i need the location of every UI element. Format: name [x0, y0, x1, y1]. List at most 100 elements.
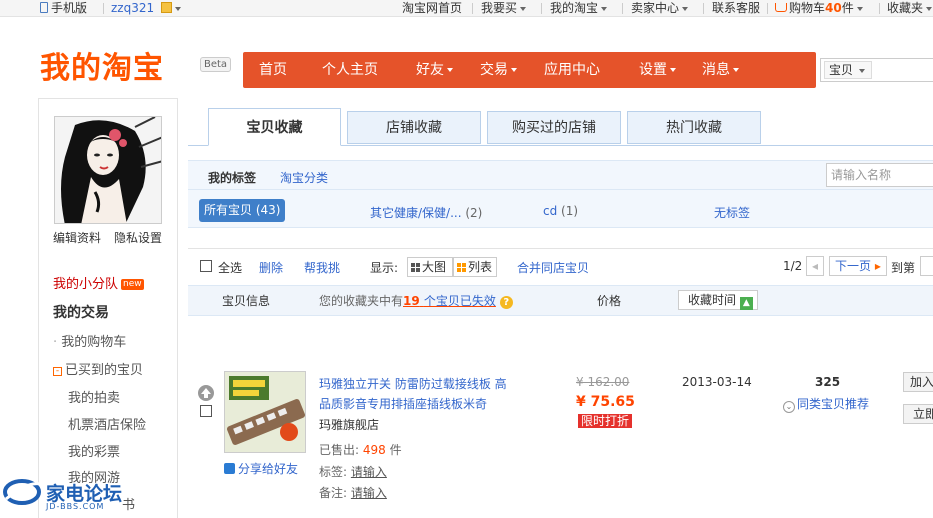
chevron-down-icon — [926, 6, 933, 11]
sidebar-item-cart[interactable]: · 我的购物车 — [53, 331, 126, 350]
next-page-button[interactable]: 下一页 ▸ — [829, 256, 887, 276]
chevron-left-icon: ◂ — [811, 259, 819, 273]
tab-bought-shops[interactable]: 购买过的店铺 — [487, 111, 621, 144]
prev-page-button[interactable]: ◂ — [806, 256, 824, 276]
item-thumbnail[interactable] — [224, 371, 306, 453]
sidebar-item-bought[interactable]: - 已买到的宝贝 — [53, 359, 143, 378]
merge-shop-button[interactable]: 合并同店宝贝 — [517, 259, 589, 276]
col-item-info: 宝贝信息 — [222, 294, 271, 308]
chevron-down-icon — [670, 68, 676, 72]
buy-now-button[interactable]: 立即 — [903, 404, 933, 424]
privacy-settings-link[interactable]: 隐私设置 — [114, 229, 162, 246]
nav-friends[interactable]: 好友 — [416, 52, 453, 88]
shop-link[interactable]: 玛雅旗舰店 — [319, 416, 379, 433]
taobao-home-link[interactable]: 淘宝网首页 — [402, 0, 462, 16]
nav-messages[interactable]: 消息 — [702, 52, 739, 88]
table-header — [188, 285, 933, 316]
header-search[interactable]: 宝贝 — [820, 58, 933, 82]
view-list-button[interactable]: 列表 — [453, 257, 497, 277]
list-icon — [457, 263, 466, 272]
main-nav: 首页 个人主页 好友 交易 应用中心 设置 消息 — [243, 52, 816, 88]
user-menu[interactable]: zzq321 — [111, 0, 181, 16]
category-untagged[interactable]: 无标签 — [714, 204, 750, 221]
sidebar-item-team[interactable]: 我的小分队 new — [53, 273, 144, 292]
discount-badge: 限时打折 — [578, 414, 633, 428]
help-pick-button[interactable]: 帮我挑 — [304, 259, 340, 276]
chevron-down-icon — [601, 6, 608, 11]
edit-icon — [160, 2, 172, 13]
edit-profile-link[interactable]: 编辑资料 — [53, 229, 101, 246]
add-to-cart-button[interactable]: 加入 — [903, 372, 933, 392]
nav-profile[interactable]: 个人主页 — [322, 52, 378, 88]
power-strip-image — [225, 372, 305, 452]
avatar-illustration — [55, 117, 161, 223]
fav-date: 2013-03-14 — [682, 375, 752, 389]
sidebar-heading-trade: 我的交易 — [53, 305, 109, 321]
customer-service-link[interactable]: 联系客服 — [712, 0, 760, 16]
category-cd[interactable]: cd (1) — [543, 204, 578, 218]
invalid-count-link[interactable]: 19 个宝贝已失效 — [403, 294, 496, 308]
tags-input-link[interactable]: 请输入 — [351, 465, 387, 479]
item-checkbox[interactable] — [200, 405, 212, 417]
delete-button[interactable]: 删除 — [259, 259, 283, 276]
item-title-line2[interactable]: 品质影音专用排插座插线板米奇 — [319, 395, 487, 412]
select-all-checkbox[interactable] — [200, 260, 212, 272]
buy-menu[interactable]: 我要买 — [481, 0, 527, 16]
note-row: 备注: 请输入 — [319, 486, 387, 500]
view-big-button[interactable]: 大图 — [407, 257, 453, 277]
chevron-down-icon — [174, 6, 181, 11]
nav-apps[interactable]: 应用中心 — [544, 52, 600, 88]
my-taobao-menu[interactable]: 我的淘宝 — [550, 0, 608, 16]
chevron-down-icon — [447, 68, 453, 72]
chevron-right-icon: ▸ — [874, 259, 881, 273]
move-top-icon[interactable] — [198, 385, 214, 401]
tab-item-favorites[interactable]: 宝贝收藏 — [208, 108, 341, 146]
avatar[interactable] — [54, 116, 162, 224]
share-button[interactable]: 分享给好友 — [224, 460, 298, 477]
display-label: 显示: — [370, 261, 399, 275]
my-taobao-logo[interactable]: 我的淘宝 — [40, 51, 164, 87]
popularity-count: 325 — [815, 375, 841, 389]
chevron-down-circle-icon: ⌄ — [783, 401, 795, 413]
favorites-menu[interactable]: 收藏夹 — [887, 0, 933, 16]
col-price: 价格 — [597, 294, 622, 308]
sidebar-item-travel[interactable]: 机票酒店保险 — [68, 414, 146, 433]
my-tags-tab[interactable]: 我的标签 — [208, 169, 256, 186]
question-icon[interactable]: ? — [499, 296, 513, 309]
category-all[interactable]: 所有宝贝 (43) — [199, 199, 285, 222]
nav-trade[interactable]: 交易 — [480, 52, 517, 88]
select-all-label[interactable]: 全选 — [218, 259, 242, 276]
seller-center-menu[interactable]: 卖家中心 — [631, 0, 689, 16]
sale-price: ¥ 75.65 — [576, 394, 635, 410]
cart-link[interactable]: 购物车40件 — [775, 0, 863, 16]
chevron-down-icon — [733, 68, 739, 72]
search-type-select[interactable]: 宝贝 — [824, 61, 872, 79]
nav-settings[interactable]: 设置 — [639, 52, 676, 88]
goto-label: 到第 — [891, 261, 916, 275]
original-price: ¥ 162.00 — [576, 375, 630, 389]
collapse-icon: - — [53, 367, 62, 376]
sidebar-item-auction[interactable]: 我的拍卖 — [68, 387, 120, 406]
sidebar-item-lottery[interactable]: 我的彩票 — [68, 441, 120, 460]
sort-fav-time-button[interactable]: 收藏时间 ▲ — [678, 290, 758, 310]
note-input-link[interactable]: 请输入 — [351, 486, 387, 500]
chevron-down-icon — [682, 6, 689, 11]
category-health[interactable]: 其它健康/保健/... (2) — [370, 204, 482, 221]
username-link[interactable]: zzq321 — [111, 1, 154, 15]
page-indicator: 1/2 — [783, 259, 803, 273]
tag-name-input[interactable]: 请输入名称 — [826, 163, 933, 187]
chevron-down-icon — [511, 68, 517, 72]
item-title-line1[interactable]: 玛雅独立开关 防雷防过载接线板 高 — [319, 375, 507, 392]
mobile-link[interactable]: 手机版 — [40, 0, 87, 16]
chevron-down-icon — [520, 6, 527, 11]
taobao-category-tab[interactable]: 淘宝分类 — [280, 169, 328, 186]
cart-icon — [775, 3, 787, 12]
tab-hot-favorites[interactable]: 热门收藏 — [627, 111, 761, 144]
tab-shop-favorites[interactable]: 店铺收藏 — [347, 111, 481, 144]
goto-page-input[interactable] — [920, 256, 933, 276]
mobile-icon — [40, 2, 48, 13]
grid-icon — [411, 263, 420, 272]
similar-items-link[interactable]: ⌄ 同类宝贝推荐 — [783, 395, 869, 413]
sold-info: 已售出: 498 件 — [319, 443, 402, 457]
nav-home[interactable]: 首页 — [259, 52, 287, 88]
